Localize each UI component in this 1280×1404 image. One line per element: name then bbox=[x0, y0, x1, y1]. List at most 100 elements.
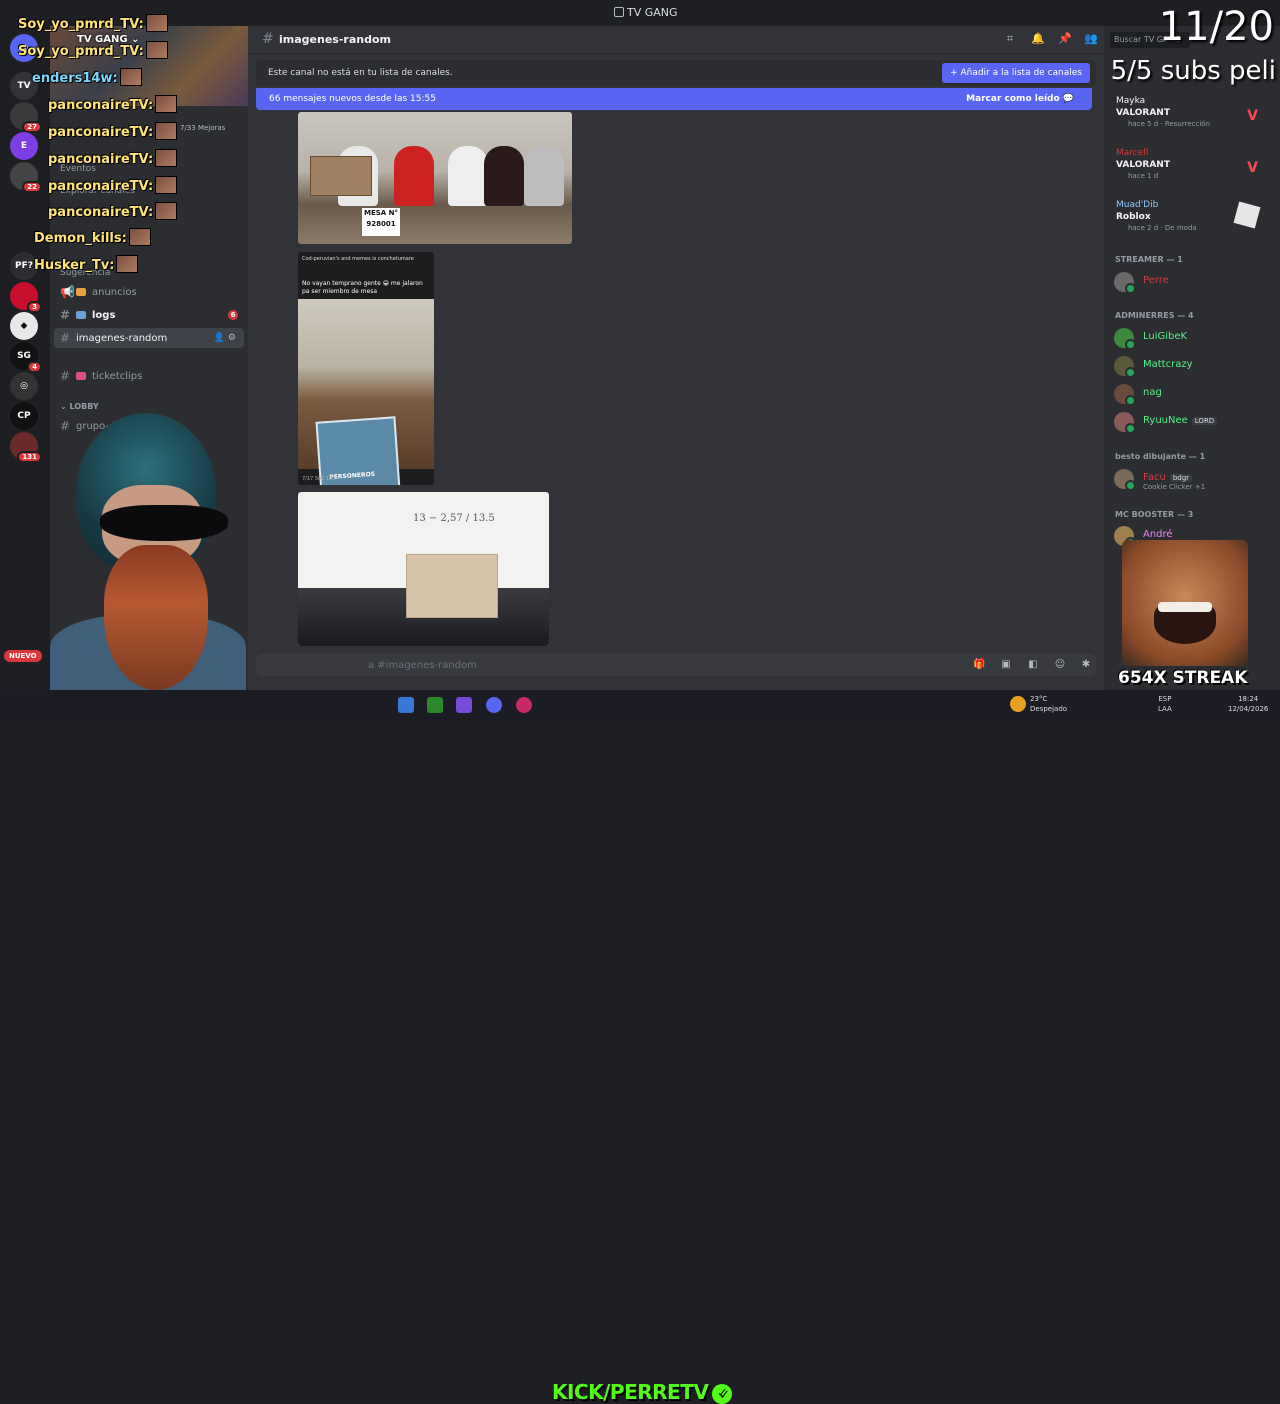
server-icon[interactable]: 3 bbox=[10, 282, 42, 313]
server-rail: ◉ TV 27 E 22 PF? 3 ◆ SG 4 ◎ CP 131 NUEVO bbox=[0, 26, 50, 690]
channel-actions[interactable]: 👤 ⚙ bbox=[214, 333, 236, 343]
person-figure bbox=[394, 146, 434, 206]
threads-icon[interactable]: ⌗ bbox=[1004, 33, 1016, 45]
channel-anuncios[interactable]: 📢 anuncios bbox=[54, 282, 244, 302]
activity-time: hace 2 d bbox=[1128, 224, 1159, 232]
server-icon[interactable]: CP bbox=[10, 402, 38, 430]
events-link[interactable]: Eventos bbox=[60, 164, 96, 174]
app-icon[interactable] bbox=[456, 697, 472, 713]
server-banner[interactable]: TV GANG ⌄ bbox=[50, 26, 248, 106]
message-composer[interactable]: a #imagenes-random 🎁 ▣ ◧ ☺ ✱ bbox=[256, 654, 1096, 676]
member-row[interactable]: Mattcrazy bbox=[1112, 354, 1272, 378]
invite-icon[interactable]: 👤 bbox=[214, 333, 225, 343]
hash-icon: # bbox=[262, 31, 274, 47]
channel-emoji bbox=[76, 288, 86, 296]
channel-imagenes-random[interactable]: # imagenes-random 👤 ⚙ bbox=[54, 328, 244, 348]
weather-text: Despejado bbox=[1030, 705, 1068, 713]
role-group-title: ADMINERRES — 4 bbox=[1115, 311, 1194, 320]
windows-icon[interactable] bbox=[398, 697, 414, 713]
valorant-icon: V bbox=[1247, 108, 1258, 124]
person-figure bbox=[524, 146, 564, 206]
server-icon[interactable]: 131 bbox=[10, 432, 42, 463]
window-title: TV GANG bbox=[614, 6, 678, 19]
channel-label: logs bbox=[92, 309, 116, 321]
explore-channels-link[interactable]: Explorar canales bbox=[60, 186, 135, 196]
image-attachment[interactable]: 13 − 2,57 / 13.5 bbox=[298, 492, 549, 646]
channel-ticketclips[interactable]: # ticketclips bbox=[54, 366, 244, 386]
activity-extra: De moda bbox=[1164, 224, 1197, 232]
valorant-icon: V bbox=[1247, 160, 1258, 176]
person-figure bbox=[484, 146, 524, 206]
server-icon[interactable]: ◆ bbox=[10, 312, 38, 340]
new-messages-text: 66 mensajes nuevos desde las 15:55 bbox=[269, 94, 436, 104]
sub-counter-overlay: 11/20 bbox=[1158, 4, 1274, 50]
activity-card[interactable]: Muad'Dib Roblox hace 2 d · De moda bbox=[1110, 198, 1270, 244]
avatar bbox=[1114, 272, 1136, 294]
server-icon[interactable]: ◎ bbox=[10, 372, 38, 400]
channel-label: ticketclips bbox=[92, 370, 143, 382]
member-row[interactable]: Facu bdgr Cookie Clicker +1 bbox=[1112, 467, 1272, 491]
check-icon: ✓ bbox=[712, 1384, 733, 1404]
members-icon[interactable]: 👥 bbox=[1084, 33, 1098, 45]
apps-icon[interactable]: ✱ bbox=[1080, 659, 1092, 671]
server-icon[interactable]: PF? bbox=[10, 252, 38, 280]
streak-overlay: 654X STREAK bbox=[1118, 668, 1248, 688]
direct-messages-button[interactable]: ◉ bbox=[10, 34, 38, 62]
server-icon[interactable]: E bbox=[10, 132, 38, 160]
server-icon[interactable]: 27 bbox=[10, 102, 42, 133]
member-name: Facu bbox=[1143, 472, 1166, 483]
add-to-channels-label: Añadir a la lista de canales bbox=[960, 68, 1082, 78]
boost-progress[interactable]: 7/33 Mejoras bbox=[180, 124, 225, 132]
channel-logs[interactable]: # logs 6 bbox=[54, 305, 244, 325]
mark-as-read-label: Marcar como leído bbox=[966, 94, 1060, 104]
activity-user: Mayka bbox=[1116, 96, 1146, 106]
mark-as-read-button[interactable]: Marcar como leído 💬 bbox=[966, 94, 1074, 104]
pin-icon[interactable]: 📌 bbox=[1058, 33, 1072, 45]
post-user: Cod-peruvian's and memes is conchetumare bbox=[302, 256, 414, 262]
member-row[interactable]: LuiGibeK bbox=[1112, 326, 1272, 350]
activity-user: Marcell bbox=[1116, 148, 1149, 158]
gear-icon[interactable]: ⚙ bbox=[228, 333, 236, 343]
roblox-icon bbox=[1233, 201, 1261, 229]
server-name[interactable]: TV GANG ⌄ bbox=[77, 34, 139, 45]
activity-card[interactable]: Marcell VALORANT hace 1 d V bbox=[1110, 146, 1270, 192]
announcement-icon: 📢 bbox=[60, 285, 75, 299]
activity-extra: Resurrección bbox=[1164, 120, 1211, 128]
member-row[interactable]: RyuuNee LORD bbox=[1112, 410, 1272, 434]
new-messages-bar[interactable]: 66 mensajes nuevos desde las 15:55 Marca… bbox=[256, 88, 1092, 110]
gif-icon[interactable]: ▣ bbox=[1000, 659, 1012, 671]
sticker-icon[interactable]: ◧ bbox=[1027, 659, 1039, 671]
add-to-channels-button[interactable]: + Añadir a la lista de canales bbox=[942, 63, 1090, 83]
weather-widget[interactable]: 23°C Despejado bbox=[1030, 694, 1067, 714]
activity-card[interactable]: Mayka VALORANT hace 5 d · Resurrección V bbox=[1110, 94, 1270, 140]
sunglasses-shape bbox=[100, 505, 228, 541]
image-attachment[interactable]: Cod-peruvian's and memes is conchetumare… bbox=[298, 252, 434, 485]
discord-icon[interactable] bbox=[486, 697, 502, 713]
server-icon[interactable]: TV bbox=[10, 72, 38, 100]
avatar bbox=[1114, 469, 1136, 491]
channel-emoji bbox=[76, 372, 86, 380]
language-indicator[interactable]: ESP LAA bbox=[1158, 694, 1172, 714]
paper-figure bbox=[406, 554, 498, 618]
clock[interactable]: 18:24 12/04/2026 bbox=[1228, 694, 1268, 714]
clock-date: 12/04/2026 bbox=[1228, 705, 1269, 713]
member-name: Mattcrazy bbox=[1143, 359, 1193, 370]
taskbar: KICK/PERRETV ✓ 23°C Despejado ESP LAA 18:24… bbox=[0, 690, 1280, 1404]
lang-code: ESP bbox=[1158, 695, 1172, 703]
server-icon[interactable]: SG 4 bbox=[10, 342, 42, 373]
member-row[interactable]: Perre bbox=[1112, 270, 1272, 294]
bell-icon[interactable]: 🔔 bbox=[1031, 33, 1045, 45]
activity-status: hace 2 d · De moda bbox=[1128, 224, 1197, 232]
member-name: André bbox=[1143, 529, 1173, 540]
member-row[interactable]: nag bbox=[1112, 382, 1272, 406]
image-attachment[interactable]: MESA N° 928001 bbox=[298, 112, 572, 244]
gift-icon[interactable]: 🎁 bbox=[973, 659, 985, 671]
member-tag: bdgr bbox=[1169, 474, 1193, 482]
emoji-icon[interactable]: ☺ bbox=[1054, 659, 1066, 671]
hash-icon: # bbox=[60, 331, 71, 345]
avatar bbox=[1114, 328, 1136, 350]
ballot-box bbox=[310, 156, 372, 196]
app-icon[interactable] bbox=[516, 697, 532, 713]
app-icon[interactable] bbox=[427, 697, 443, 713]
server-icon[interactable]: 22 bbox=[10, 162, 42, 193]
